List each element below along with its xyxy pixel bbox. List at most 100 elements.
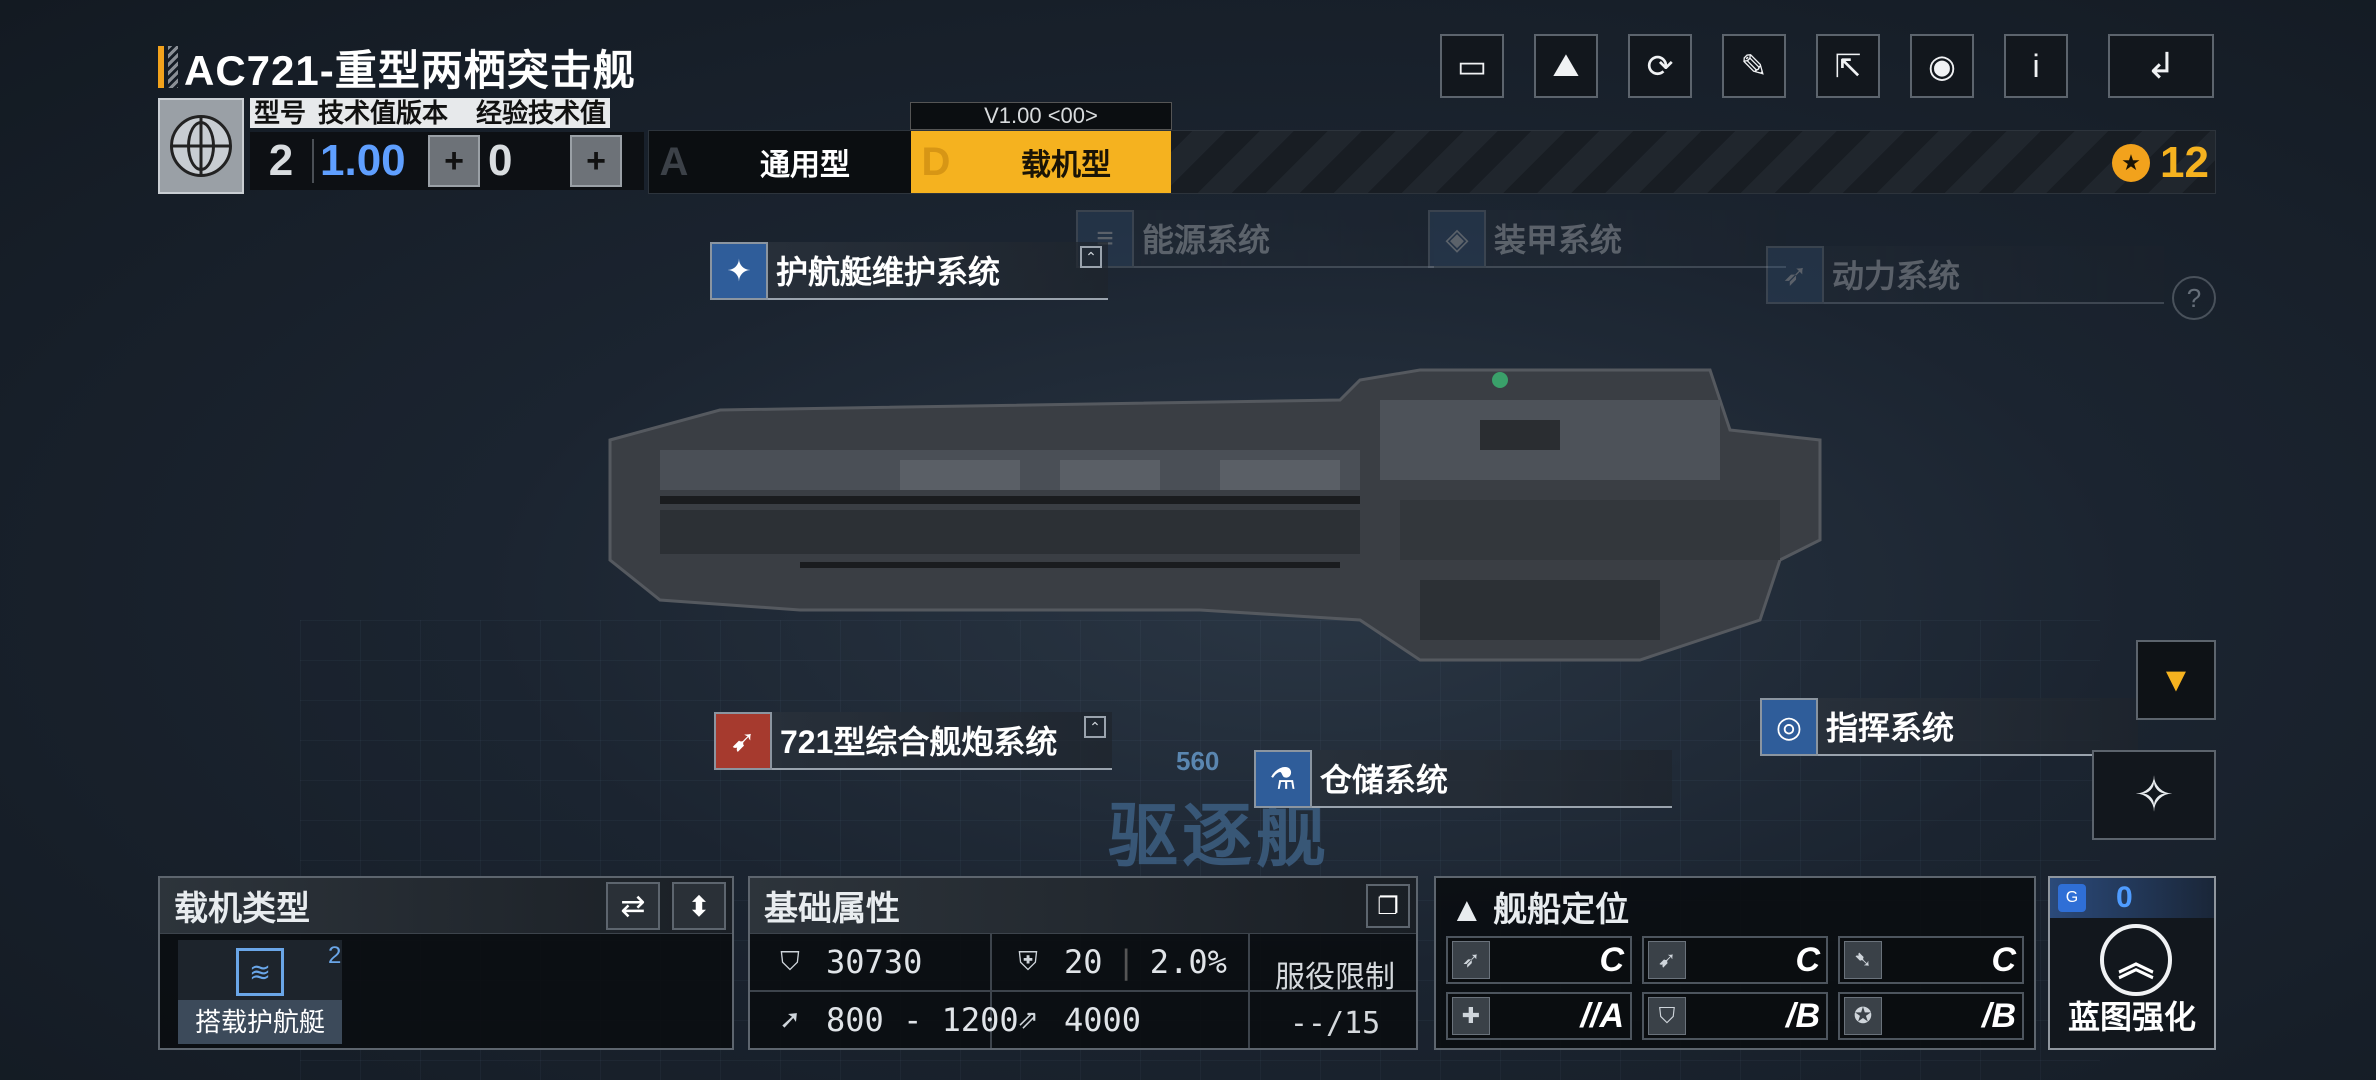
medal-icon: ★: [2112, 144, 2150, 182]
info-labels: 型号 技术值版本 经验技术值: [250, 98, 611, 128]
strike-icon: ➷: [1844, 941, 1882, 979]
command-icon: ◎: [1760, 698, 1818, 756]
rank-up-icon[interactable]: ✧: [2092, 750, 2216, 840]
warp-icon: ⇗: [1017, 1005, 1039, 1035]
position-tactics[interactable]: ✪ /B: [1838, 992, 2024, 1040]
ship-title: AC721-重型两栖突击舰: [184, 46, 636, 94]
gallery-icon[interactable]: ⛰: [1534, 34, 1598, 98]
grade: C: [1599, 940, 1624, 979]
info-icon[interactable]: i: [2004, 34, 2068, 98]
attr-panel-header: 基础属性: [750, 878, 1416, 934]
position-strike[interactable]: ➷ C: [1838, 936, 2024, 984]
tab-variant-d[interactable]: D 载机型: [911, 131, 1171, 193]
variant-bar: A 通用型 D 载机型: [648, 130, 2216, 194]
info-values: 2 1.00 + 0 +: [250, 132, 644, 190]
carrier-name: 搭载护航艇: [178, 1000, 342, 1044]
armor-icon: ⛨: [1018, 946, 1038, 977]
blueprint-enhance-button[interactable]: G 0 ︽ 蓝图强化: [2048, 876, 2216, 1050]
carrier-count: 2: [328, 942, 342, 969]
system-armor[interactable]: ◈ 装甲系统: [1428, 210, 1786, 268]
speed-icon: ➚: [779, 1005, 801, 1035]
ship-positioning-panel: ▲ 舰船定位 ➶ C ➹ C ➷ C ✚ //A ⛉ /B ✪ /B: [1434, 876, 2036, 1050]
tab-a-label: 通用型: [760, 149, 850, 182]
layers-icon[interactable]: ⬍: [672, 882, 726, 930]
base-attributes-panel: 基础属性 ❐ ⛉ 30730 ⛨ 20 | 2.0% ➚ 800 - 1200 …: [748, 876, 1418, 1050]
copy-icon[interactable]: ❐: [1366, 884, 1410, 928]
back-button[interactable]: ↲: [2108, 34, 2214, 98]
title-stripes: [168, 46, 178, 88]
tech-add-button[interactable]: +: [428, 135, 480, 187]
system-escort-label: 护航艇维护系统: [768, 242, 1108, 300]
view-icon[interactable]: ◉: [1910, 34, 1974, 98]
exp-tech-label: 经验技术值: [476, 98, 607, 128]
shield-icon: ◈: [1428, 210, 1486, 268]
grade: /B: [1982, 996, 2016, 1035]
speed-stat: ➚ 800 - 1200: [768, 994, 1019, 1046]
escort-boat-icon: ≋: [236, 948, 284, 996]
grade: //A: [1580, 996, 1624, 1035]
attack-icon: ➶: [1452, 941, 1490, 979]
exp-add-button[interactable]: +: [570, 135, 622, 187]
service-limit-label: 服役限制: [1275, 961, 1395, 994]
system-energy-label: 能源系统: [1134, 210, 1434, 268]
system-power[interactable]: ➶ 动力系统: [1766, 246, 2164, 304]
refresh-icon[interactable]: ⟳: [1628, 34, 1692, 98]
system-storage-label: 仓储系统: [1312, 750, 1672, 808]
paint-icon[interactable]: ✎: [1722, 34, 1786, 98]
attr-panel-title: 基础属性: [764, 890, 900, 928]
shield-icon: ⛉: [780, 946, 800, 977]
collapse-down-icon[interactable]: ▼: [2136, 640, 2216, 720]
camera-icon[interactable]: ▭: [1440, 34, 1504, 98]
grade: C: [1795, 940, 1820, 979]
ship-title-bar: AC721-重型两栖突击舰: [158, 42, 636, 94]
support-icon: ✚: [1452, 997, 1490, 1035]
system-storage[interactable]: ⚗ 仓储系统: [1254, 750, 1672, 808]
tab-d-label: 载机型: [1021, 149, 1111, 182]
carrier-panel-title: 载机类型: [174, 890, 310, 928]
faction-emblem[interactable]: [158, 98, 244, 194]
armor-value: 20: [1064, 943, 1103, 981]
warp-value: 4000: [1064, 1001, 1142, 1039]
maintenance-icon: ✦: [710, 242, 768, 300]
system-power-label: 动力系统: [1824, 246, 2164, 304]
system-command-label: 指挥系统: [1818, 698, 2138, 756]
system-artillery[interactable]: ➹ 721型综合舰炮系统 ⌃: [714, 712, 1112, 770]
tactics-icon: ✪: [1844, 997, 1882, 1035]
speed-value: 800 - 1200: [826, 1001, 1019, 1039]
position-support[interactable]: ✚ //A: [1446, 992, 1632, 1040]
storage-icon: ⚗: [1254, 750, 1312, 808]
exp-tech-value: 0: [488, 136, 513, 185]
pos-panel-title: ▲ 舰船定位: [1450, 890, 1630, 929]
pos-panel-header: ▲ 舰船定位: [1436, 878, 2034, 934]
carrier-type-panel: 载机类型 ⇄ ⬍ ≋ 2 搭载护航艇: [158, 876, 734, 1050]
system-energy[interactable]: ≡ 能源系统: [1076, 210, 1434, 268]
model-value: 2: [268, 136, 294, 185]
medal-counter[interactable]: ★ 12: [2112, 138, 2209, 188]
armor-pct: 2.0%: [1149, 943, 1227, 981]
ship-model[interactable]: [600, 360, 1830, 680]
hp-stat: ⛉ 30730: [768, 936, 922, 988]
swap-icon[interactable]: ⇄: [606, 882, 660, 930]
share-icon[interactable]: ⇱: [1816, 34, 1880, 98]
chevron-up-icon: ︽: [2100, 924, 2172, 996]
missile-icon: ➹: [714, 712, 772, 770]
grade: C: [1991, 940, 2016, 979]
position-attack[interactable]: ➶ C: [1446, 936, 1632, 984]
position-assault[interactable]: ➹ C: [1642, 936, 1828, 984]
separator: |: [1116, 943, 1136, 981]
ship-info-block: 型号 技术值版本 经验技术值 2 1.00 + 0 +: [158, 98, 644, 194]
carrier-item[interactable]: ≋ 2 搭载护航艇: [178, 940, 342, 1044]
position-defense[interactable]: ⛉ /B: [1642, 992, 1828, 1040]
tab-d-letter: D: [921, 139, 951, 184]
title-accent: [158, 46, 164, 88]
power-icon: ➶: [1766, 246, 1824, 304]
blueprint-counter: G 0: [2050, 878, 2214, 918]
system-command[interactable]: ◎ 指挥系统: [1760, 698, 2138, 756]
defense-icon: ⛉: [1648, 997, 1686, 1035]
tab-variant-a[interactable]: A 通用型: [649, 131, 911, 193]
assault-icon: ➹: [1648, 941, 1686, 979]
help-icon[interactable]: ?: [2172, 276, 2216, 320]
top-toolbar: ▭ ⛰ ⟳ ✎ ⇱ ◉ i: [1440, 34, 2068, 98]
model-label: 型号: [254, 98, 307, 128]
system-escort-maintenance[interactable]: ✦ 护航艇维护系统 ⌃: [710, 242, 1108, 300]
